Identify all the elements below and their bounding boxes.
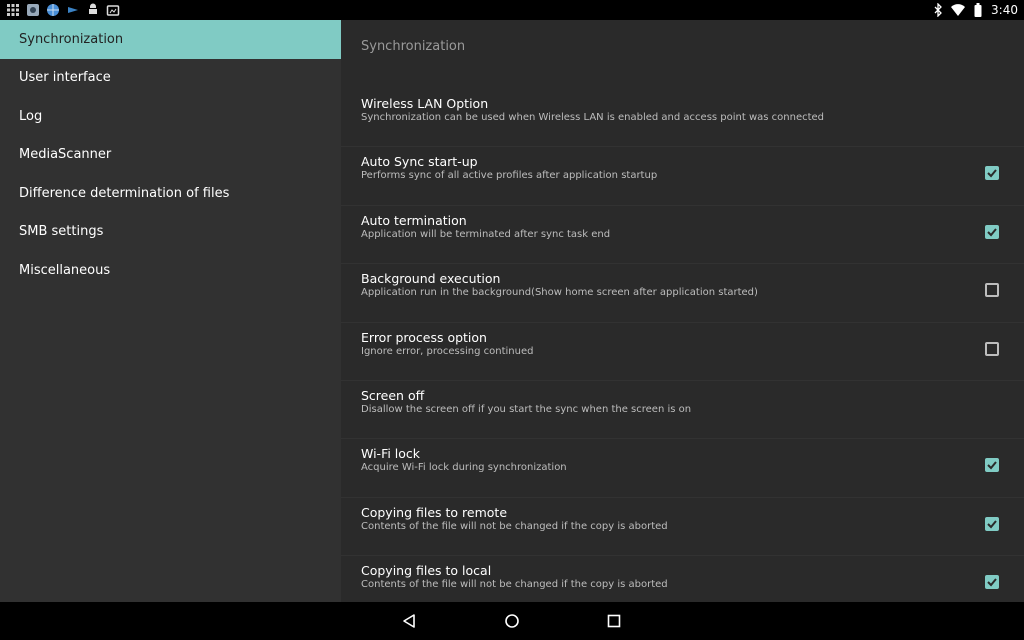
background-execution-checkbox[interactable] — [985, 283, 999, 298]
pref-summary: Application run in the background(Show h… — [361, 287, 758, 299]
pref-title: Wireless LAN Option — [361, 96, 489, 111]
android-icon — [86, 3, 100, 17]
sidebar-item-synchronization[interactable]: Synchronization — [0, 20, 341, 59]
pref-title: Error process option — [361, 329, 487, 345]
pref-auto-sync-startup[interactable]: Auto Sync start-up Performs sync of all … — [341, 147, 1024, 206]
pref-summary: Contents of the file will not be changed… — [361, 520, 668, 532]
preference-list: Wireless LAN Option Synchronization can … — [341, 89, 1024, 602]
check-icon — [987, 520, 997, 529]
navigation-bar — [0, 602, 1024, 640]
copying-files-to-local-checkbox[interactable] — [985, 575, 999, 590]
error-process-option-checkbox[interactable] — [985, 341, 999, 356]
pref-summary: Contents of the file will not be changed… — [361, 579, 668, 591]
pref-error-process-option[interactable]: Error process option Ignore error, proce… — [341, 323, 1024, 381]
pref-title: Screen off — [361, 387, 425, 403]
sidebar-item-smb-settings[interactable]: SMB settings — [0, 213, 341, 252]
pref-summary: Synchronization can be used when Wireles… — [361, 112, 825, 123]
sidebar-item-label: User interface — [19, 70, 111, 86]
pref-copying-files-to-local[interactable]: Copying files to local Contents of the f… — [341, 556, 1024, 602]
settings-panel: Synchronization Wireless LAN Option Sync… — [341, 20, 1024, 602]
sidebar-item-label: Log — [19, 108, 43, 124]
sidebar-item-difference-determination[interactable]: Difference determination of files — [0, 174, 341, 213]
check-icon — [987, 169, 997, 178]
pref-title: Copying files to local — [361, 563, 492, 579]
home-icon[interactable] — [502, 611, 522, 631]
pref-summary: Acquire Wi-Fi lock during synchronizatio… — [361, 462, 567, 474]
clock: 3:40 — [991, 3, 1018, 17]
status-bar: 3:40 — [0, 0, 1024, 20]
sidebar-item-label: Synchronization — [19, 31, 124, 47]
pref-title: Auto termination — [361, 212, 467, 228]
sidebar-item-label: MediaScanner — [19, 147, 112, 163]
pref-title: Auto Sync start-up — [361, 154, 478, 170]
back-icon[interactable] — [399, 611, 419, 631]
wifi-icon — [951, 3, 966, 17]
sidebar-item-user-interface[interactable]: User interface — [0, 59, 341, 98]
wifi-lock-checkbox[interactable] — [985, 458, 999, 473]
pref-wireless-lan-option[interactable]: Wireless LAN Option Synchronization can … — [341, 89, 1024, 148]
check-icon — [987, 461, 997, 470]
sidebar-item-label: Miscellaneous — [19, 262, 111, 278]
pref-title: Copying files to remote — [361, 504, 508, 520]
pref-summary: Application will be terminated after syn… — [361, 228, 611, 240]
auto-termination-checkbox[interactable] — [985, 224, 999, 239]
sidebar-item-log[interactable]: Log — [0, 97, 341, 136]
sidebar-item-label: Difference determination of files — [19, 185, 230, 201]
copying-files-to-remote-checkbox[interactable] — [985, 516, 999, 531]
pref-summary: Disallow the screen off if you start the… — [361, 403, 692, 415]
sidebar-item-mediascanner[interactable]: MediaScanner — [0, 136, 341, 175]
pref-screen-off[interactable]: Screen off Disallow the screen off if yo… — [341, 381, 1024, 440]
grid-app-icon — [6, 3, 20, 17]
battery-icon — [971, 3, 985, 17]
pref-title: Background execution — [361, 271, 501, 287]
system-status-icons: 3:40 — [931, 0, 1018, 20]
check-icon — [987, 228, 997, 237]
pref-copying-files-to-remote[interactable]: Copying files to remote Contents of the … — [341, 498, 1024, 557]
bluetooth-icon — [931, 3, 945, 17]
sidebar-item-miscellaneous[interactable]: Miscellaneous — [0, 251, 341, 290]
auto-sync-startup-checkbox[interactable] — [985, 166, 999, 181]
pref-background-execution[interactable]: Background execution Application run in … — [341, 264, 1024, 323]
pref-wifi-lock[interactable]: Wi-Fi lock Acquire Wi-Fi lock during syn… — [341, 439, 1024, 498]
notification-icons — [6, 2, 120, 18]
globe-app-icon — [46, 3, 60, 17]
recents-icon[interactable] — [604, 611, 624, 631]
settings-sidebar: Synchronization User interface Log Media… — [0, 20, 341, 602]
pref-auto-termination[interactable]: Auto termination Application will be ter… — [341, 206, 1024, 265]
photo-upload-icon — [106, 3, 120, 17]
pref-title: Wi-Fi lock — [361, 446, 421, 462]
panel-title: Synchronization — [361, 39, 466, 54]
pref-summary: Performs sync of all active profiles aft… — [361, 170, 658, 182]
photo-app-icon — [26, 3, 40, 17]
sidebar-item-label: SMB settings — [19, 224, 104, 240]
pref-summary: Ignore error, processing continued — [361, 345, 534, 357]
sync-app-icon — [66, 3, 80, 17]
check-icon — [987, 578, 997, 587]
